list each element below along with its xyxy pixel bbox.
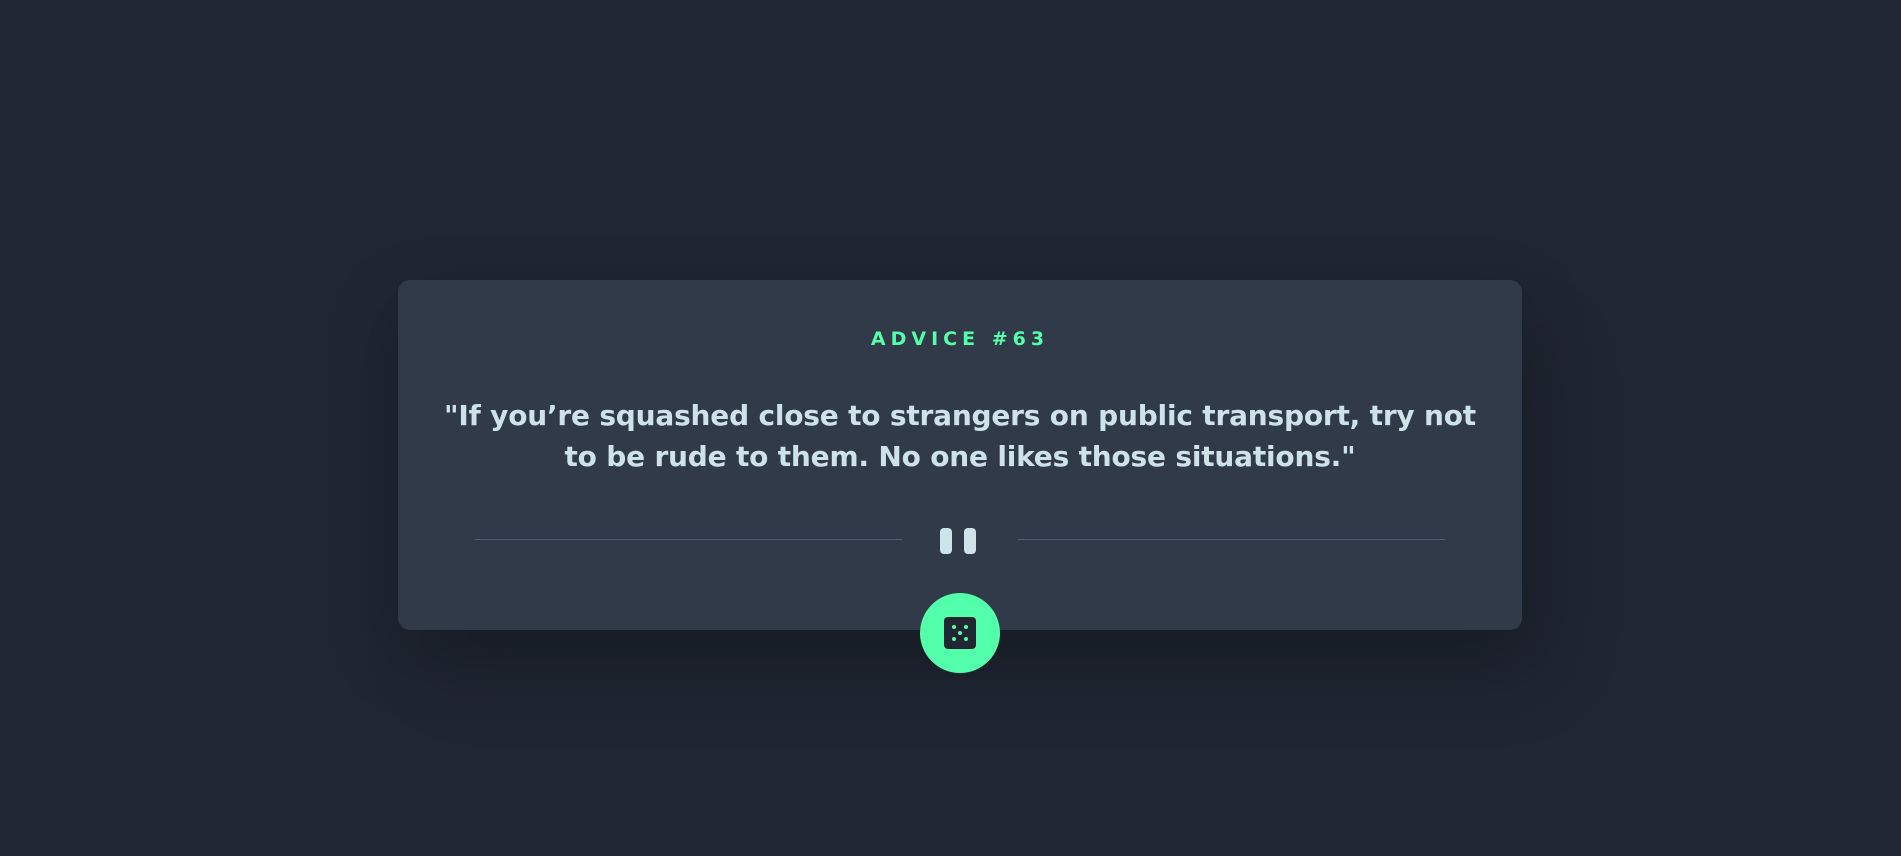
divider-line-left xyxy=(475,539,902,540)
advice-card: ADVICE #63 "If you’re squashed close to … xyxy=(398,280,1522,630)
advice-quote: "If you’re squashed close to strangers o… xyxy=(444,399,1476,473)
pattern-divider xyxy=(475,528,1445,554)
pause-bar-right xyxy=(964,528,976,554)
dice-icon xyxy=(944,617,976,649)
advice-id-label: ADVICE #63 xyxy=(870,328,1050,350)
generate-advice-button[interactable] xyxy=(920,593,1000,673)
pause-icon xyxy=(935,528,981,554)
pause-bar-left xyxy=(940,528,952,554)
divider-line-right xyxy=(1018,539,1445,540)
